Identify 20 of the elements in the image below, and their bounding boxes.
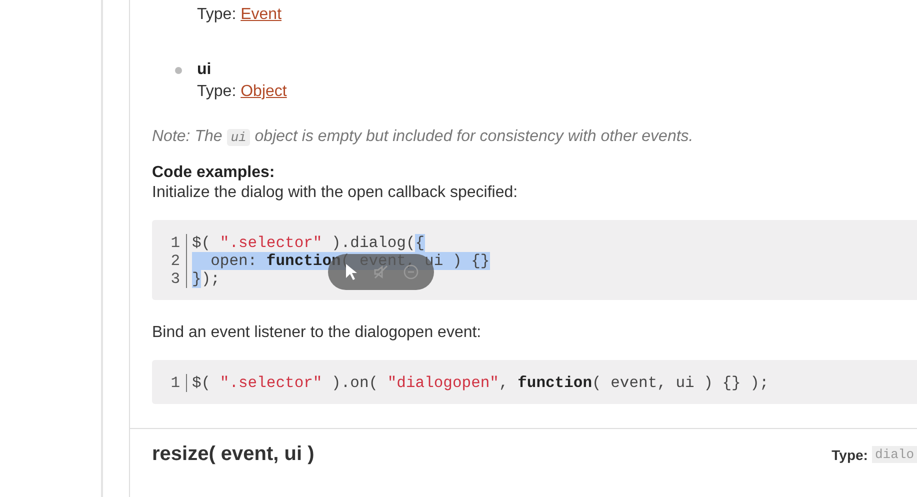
event-signature: resize( event, ui ) xyxy=(152,443,314,466)
bullet-icon xyxy=(175,67,182,74)
example-caption: Initialize the dialog with the open callback specified: xyxy=(152,184,519,202)
code-line: }); xyxy=(192,270,220,288)
line-number: 3 xyxy=(168,270,187,288)
line-number: 1 xyxy=(168,234,187,252)
type-link[interactable]: Object xyxy=(240,83,287,100)
type-link[interactable]: Event xyxy=(240,6,282,23)
code-line: $( ".selector" ).on( "dialogopen", function( event, ui ) {} ); xyxy=(192,374,769,392)
type-label: Type: xyxy=(197,6,236,23)
line-number: 1 xyxy=(168,374,187,392)
line-number: 2 xyxy=(168,252,187,270)
type-label: Type: xyxy=(832,446,868,462)
param-name: ui xyxy=(197,60,212,80)
code-line: $( ".selector" ).dialog({ xyxy=(192,234,425,252)
type-value: dialo xyxy=(872,446,917,463)
section-heading: Code examples: xyxy=(152,164,276,182)
type-label: Type: xyxy=(197,83,236,100)
example-caption: Bind an event listener to the dialogopen event: xyxy=(152,324,482,342)
note-text: Note: The ui object is empty but included for consistency with other events. xyxy=(152,128,694,146)
